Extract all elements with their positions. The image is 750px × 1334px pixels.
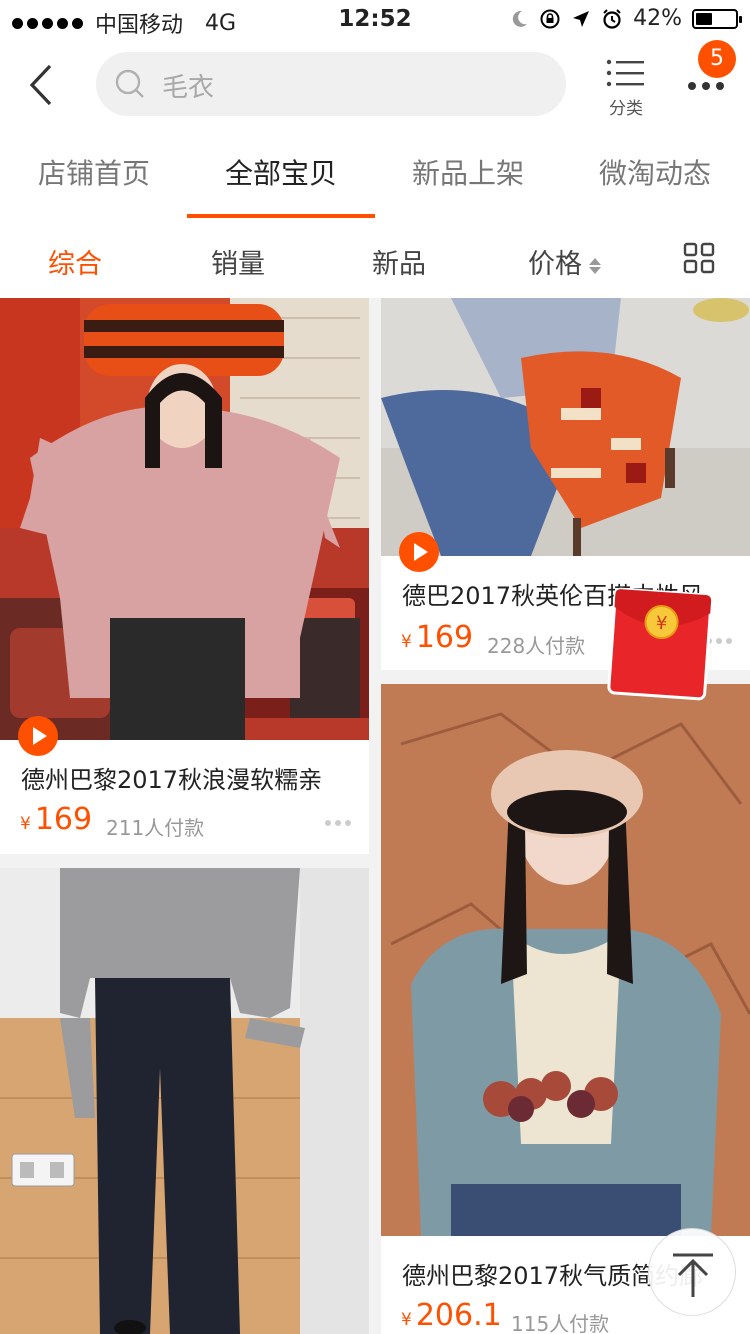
svg-text:¥: ¥ <box>655 613 668 635</box>
tab-store-home[interactable]: 店铺首页 <box>0 152 188 192</box>
product-price: ¥169 <box>401 620 473 655</box>
product-image[interactable] <box>381 684 750 1236</box>
sales-count: 211人付款 <box>106 816 205 840</box>
more-options-icon[interactable] <box>325 820 351 826</box>
price-value: 169 <box>415 620 474 655</box>
sort-bar: 综合 销量 新品 价格 <box>0 218 750 298</box>
category-label: 分类 <box>609 99 643 119</box>
back-arrow-icon[interactable] <box>22 62 62 108</box>
sort-newest[interactable]: 新品 <box>372 242 426 281</box>
currency-symbol: ¥ <box>401 632 412 652</box>
message-badge: 5 <box>698 40 736 78</box>
product-card[interactable]: 德州巴黎2017秋浪漫软糯亲 ¥169 211人付款 <box>0 298 369 854</box>
tab-all-items[interactable]: 全部宝贝 <box>187 152 375 192</box>
product-image[interactable] <box>381 298 750 556</box>
tab-new-arrivals[interactable]: 新品上架 <box>374 152 562 192</box>
play-icon[interactable] <box>18 716 58 756</box>
tab-weitao-feed[interactable]: 微淘动态 <box>561 152 749 192</box>
category-button[interactable]: 分类 <box>600 58 652 119</box>
rotation-lock-icon <box>540 9 560 28</box>
search-placeholder: 毛衣 <box>162 73 215 103</box>
sort-price-label: 价格 <box>528 249 582 280</box>
sales-count: 115人付款 <box>511 1312 610 1334</box>
red-packet-icon[interactable]: ¥ <box>606 587 713 702</box>
search-input[interactable]: 毛衣 <box>96 52 566 116</box>
product-price: ¥169 <box>20 802 92 837</box>
location-arrow-icon <box>573 10 590 27</box>
product-title[interactable]: 德州巴黎2017秋浪漫软糯亲 <box>21 760 322 795</box>
battery-percent: 42% <box>633 6 682 31</box>
nav-bar: 毛衣 分类 5 <box>0 40 750 130</box>
sort-price[interactable]: 价格 <box>528 242 602 281</box>
store-tabs: 店铺首页 全部宝贝 新品上架 微淘动态 <box>0 130 750 218</box>
moon-icon <box>512 10 528 27</box>
search-icon <box>115 69 144 98</box>
sort-sales[interactable]: 销量 <box>211 242 265 281</box>
sort-arrows-icon <box>589 257 601 274</box>
alarm-icon <box>603 8 621 29</box>
sales-count: 228人付款 <box>487 634 586 658</box>
currency-symbol: ¥ <box>20 814 31 834</box>
product-image[interactable] <box>0 868 369 1334</box>
sort-comprehensive[interactable]: 综合 <box>48 242 102 281</box>
grid-view-icon[interactable] <box>683 242 715 274</box>
play-icon[interactable] <box>399 532 439 572</box>
price-value: 206.1 <box>415 1298 502 1333</box>
currency-symbol: ¥ <box>401 1310 412 1330</box>
battery-icon <box>692 8 742 29</box>
more-icon[interactable] <box>686 76 726 96</box>
back-to-top-icon <box>673 1253 713 1297</box>
product-card[interactable] <box>0 868 369 1334</box>
status-bar: 中国移动 4G 12:52 42% <box>0 0 750 40</box>
product-image[interactable] <box>0 298 369 740</box>
product-price: ¥206.1 <box>401 1298 502 1333</box>
back-to-top-button[interactable] <box>648 1228 736 1316</box>
price-value: 169 <box>34 802 93 837</box>
list-icon <box>606 59 644 87</box>
